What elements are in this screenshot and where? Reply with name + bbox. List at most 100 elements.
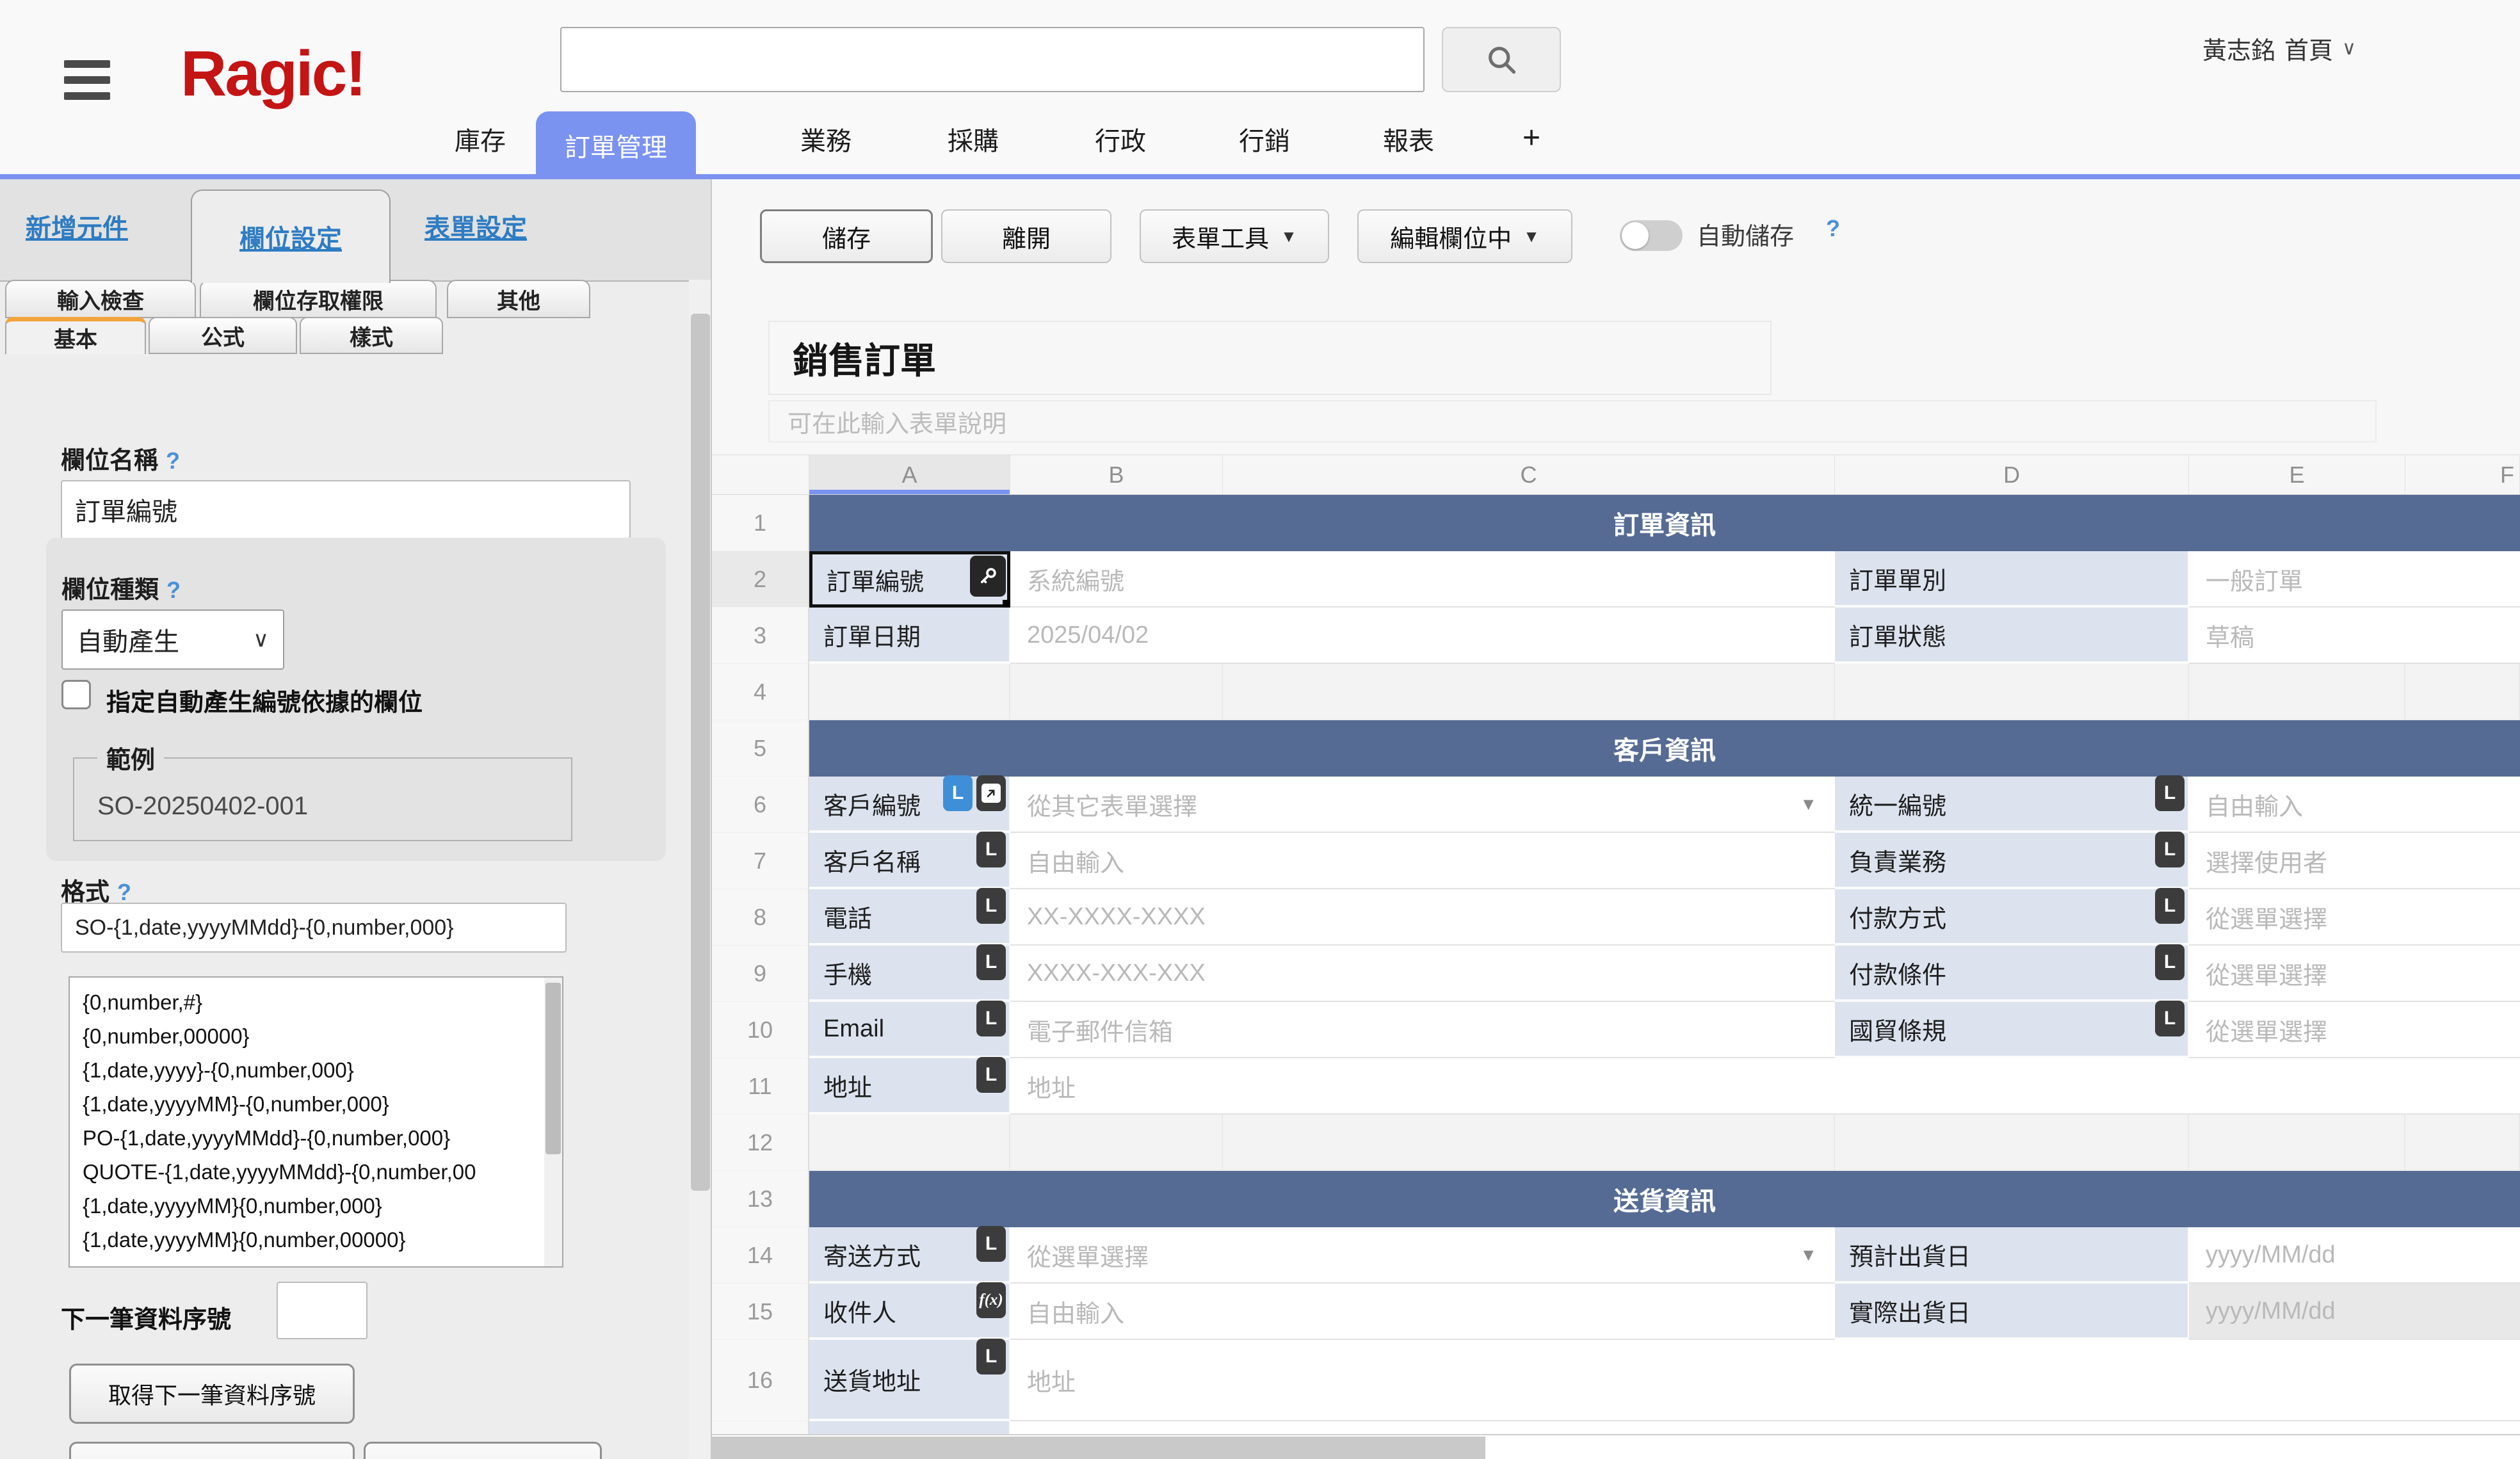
empty-cell[interactable] (1010, 664, 1223, 720)
column-header-D[interactable]: D (1835, 455, 2189, 495)
nav-tab-marketing[interactable]: 行銷 (1226, 120, 1303, 157)
field-label-address[interactable]: 地址L (809, 1058, 1010, 1115)
row-header-2[interactable]: 2 (712, 551, 809, 608)
leave-button[interactable]: 離開 (941, 209, 1111, 263)
row-header-4[interactable]: 4 (712, 664, 809, 720)
field-value-recipient[interactable]: 自由輸入 (1010, 1284, 1835, 1340)
row-header-1[interactable]: 1 (712, 495, 809, 551)
field-label-phone[interactable]: 電話L (809, 889, 1010, 946)
horizontal-scrollbar[interactable] (712, 1434, 2520, 1459)
field-label-actual-ship-date[interactable]: 實際出貨日 (1835, 1284, 2189, 1340)
tab-field-access[interactable]: 欄位存取權限 (200, 280, 437, 318)
row-header-7[interactable]: 7 (712, 833, 809, 889)
sidebar-scrollbar[interactable] (689, 280, 712, 1459)
nav-tab-purchasing[interactable]: 採購 (935, 120, 1012, 157)
field-value-tax-id[interactable]: 自由輸入 (2189, 777, 2520, 833)
list-scrollbar[interactable] (544, 978, 562, 1266)
format-input[interactable] (61, 903, 567, 953)
nav-tab-admin[interactable]: 行政 (1082, 120, 1159, 157)
user-menu[interactable]: 黃志銘 首頁 ∨ (2202, 31, 2356, 66)
field-label-shipping-method[interactable]: 寄送方式L (809, 1227, 1010, 1284)
list-item[interactable]: {0,number,00000} (70, 1019, 544, 1053)
autofill-empty-button[interactable]: 空值自動填入 (364, 1442, 602, 1459)
list-item[interactable]: {1,date,yyyy}-{0,number,000} (70, 1053, 544, 1087)
form-title-box[interactable]: 銷售訂單 (768, 321, 1772, 395)
section-banner-shipping-info[interactable]: 送貨資訊 (809, 1171, 2520, 1227)
nav-tab-order-management[interactable]: 訂單管理 (536, 111, 696, 179)
field-value-customer-id[interactable]: 從其它表單選擇▼ (1010, 777, 1835, 833)
help-icon[interactable]: ? (117, 879, 131, 905)
column-header-A[interactable]: A (809, 455, 1010, 495)
list-item[interactable]: {1,date,yyyyMM}{0,number,00000} (70, 1223, 544, 1257)
field-value-expected-ship-date[interactable]: yyyy/MM/dd (2189, 1227, 2520, 1284)
empty-cell[interactable] (809, 664, 1010, 720)
next-serial-input[interactable] (277, 1282, 368, 1339)
tab-other[interactable]: 其他 (447, 280, 590, 318)
empty-cell[interactable] (2405, 1115, 2520, 1171)
field-value-address[interactable]: 地址 (1010, 1058, 2520, 1115)
empty-cell[interactable] (1010, 1115, 1223, 1171)
format-options-list[interactable]: {0,number,#} {0,number,00000} {1,date,yy… (69, 976, 563, 1268)
list-item[interactable]: QUOTE-{1,date,yyyyMMdd}-{0,number,00 (70, 1155, 544, 1189)
save-button[interactable]: 儲存 (760, 209, 933, 263)
field-value-payment-method[interactable]: 從選單選擇 (2189, 889, 2520, 946)
hamburger-menu-icon[interactable] (64, 60, 110, 108)
field-value-order-date[interactable]: 2025/04/02 (1010, 608, 1835, 664)
row-header-5[interactable]: 5 (712, 720, 809, 777)
field-value-actual-ship-date[interactable]: yyyy/MM/dd (2189, 1284, 2520, 1340)
field-name-input[interactable] (61, 480, 631, 539)
nav-tab-sales[interactable]: 業務 (788, 120, 864, 157)
row-header-3[interactable]: 3 (712, 608, 809, 664)
form-tools-dropdown[interactable]: 表單工具▼ (1140, 209, 1329, 263)
field-label-shipping-address[interactable]: 送貨地址L (809, 1340, 1010, 1421)
get-next-serial-button[interactable]: 取得下一筆資料序號 (69, 1364, 355, 1424)
field-label-order-status[interactable]: 訂單狀態 (1835, 608, 2189, 664)
help-icon[interactable]: ? (166, 577, 181, 603)
empty-cell[interactable] (809, 1115, 1010, 1171)
tab-formula[interactable]: 公式 (149, 317, 297, 354)
row-header-12[interactable]: 12 (712, 1115, 809, 1171)
field-value-payment-terms[interactable]: 從選單選擇 (2189, 946, 2520, 1002)
field-label-payment-method[interactable]: 付款方式L (1835, 889, 2189, 946)
field-value-order-type[interactable]: 一般訂單 (2189, 551, 2520, 608)
empty-cell[interactable] (1223, 664, 1835, 720)
field-label-customer-name[interactable]: 客戶名稱L (809, 833, 1010, 889)
horizontal-scrollbar-thumb[interactable] (712, 1437, 1485, 1459)
column-header-E[interactable]: E (2189, 455, 2405, 495)
field-label-mobile[interactable]: 手機L (809, 946, 1010, 1002)
tab-basic[interactable]: 基本 (5, 317, 146, 354)
row-header-8[interactable]: 8 (712, 889, 809, 946)
empty-cell[interactable] (1835, 1115, 2189, 1171)
auto-number-basis-checkbox[interactable] (61, 680, 91, 709)
ragic-logo[interactable]: Ragic! (181, 37, 365, 111)
column-header-B[interactable]: B (1010, 455, 1223, 495)
search-button[interactable] (1442, 27, 1561, 92)
tab-input-validation[interactable]: 輸入檢查 (5, 280, 196, 318)
search-input[interactable] (560, 27, 1425, 92)
nav-tab-inventory[interactable]: 庫存 (442, 120, 519, 157)
row-header-9[interactable]: 9 (712, 946, 809, 1002)
tab-add-component[interactable]: 新增元件 (26, 207, 128, 245)
empty-cell[interactable] (2405, 664, 2520, 720)
field-label-email[interactable]: EmailL (809, 1002, 1010, 1058)
empty-cell[interactable] (1835, 664, 2189, 720)
form-description-box[interactable]: 可在此輸入表單說明 (768, 400, 2377, 442)
field-value-order-status[interactable]: 草稿 (2189, 608, 2520, 664)
field-label-order-number[interactable]: 訂單編號 (809, 551, 1010, 608)
field-value-shipping-address[interactable]: 地址 (1010, 1340, 2520, 1421)
field-label-order-date[interactable]: 訂單日期 (809, 608, 1010, 664)
partial-row-label-cell[interactable] (809, 1421, 1010, 1435)
tab-field-settings[interactable]: 欄位設定 (191, 189, 391, 283)
tab-style[interactable]: 樣式 (300, 317, 443, 354)
empty-cell[interactable] (1223, 1115, 1835, 1171)
field-value-mobile[interactable]: XXXX-XXX-XXX (1010, 946, 1835, 1002)
column-header-F[interactable]: F (2405, 455, 2520, 495)
corner-cell[interactable] (712, 455, 809, 495)
section-banner-customer-info[interactable]: 客戶資訊 (809, 720, 2520, 777)
field-label-sales-rep[interactable]: 負責業務L (1835, 833, 2189, 889)
column-header-C[interactable]: C (1223, 455, 1835, 495)
row-header-14[interactable]: 14 (712, 1227, 809, 1284)
sidebar-scrollbar-thumb[interactable] (691, 314, 710, 1191)
field-value-email[interactable]: 電子郵件信箱 (1010, 1002, 1835, 1058)
field-label-expected-ship-date[interactable]: 預計出貨日 (1835, 1227, 2189, 1284)
